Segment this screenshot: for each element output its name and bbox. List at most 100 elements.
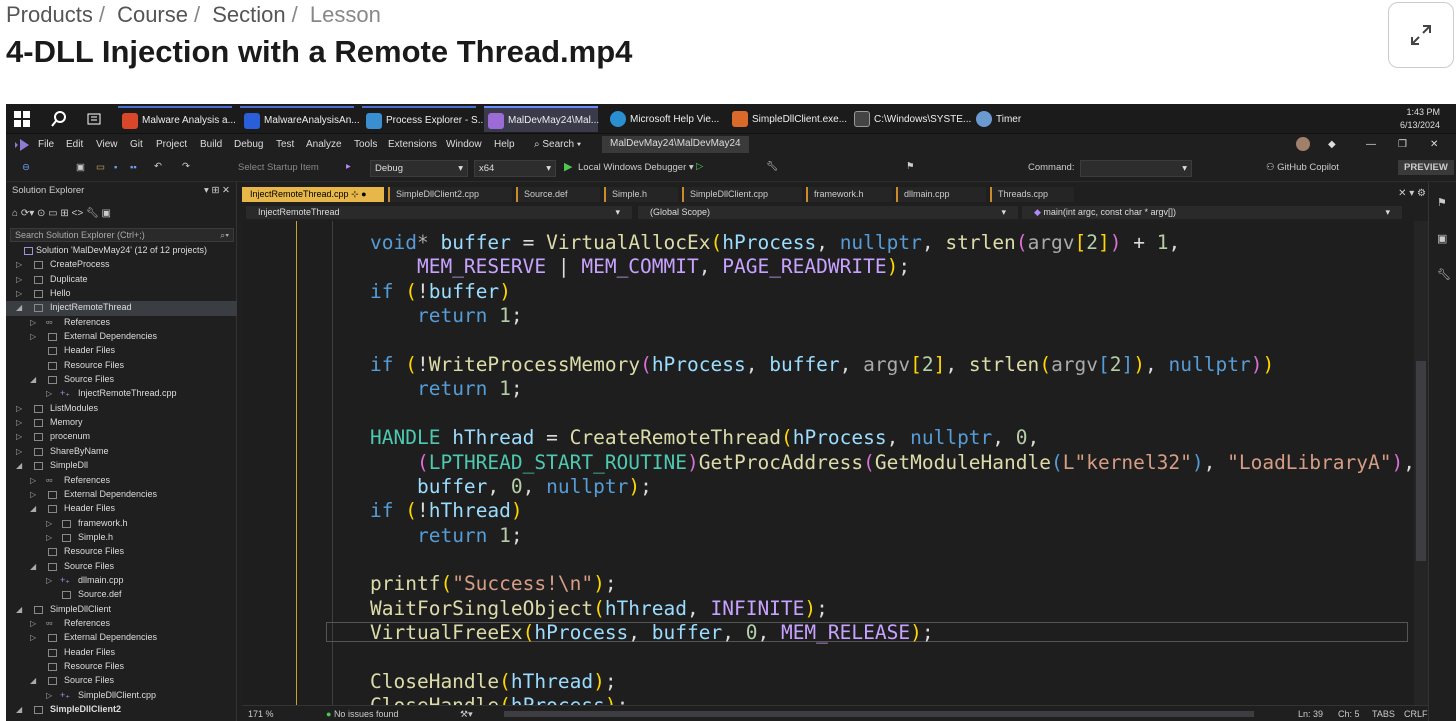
- member-dropdown[interactable]: ◆ main(int argc, const char * argv[]) ▾: [1022, 206, 1402, 219]
- taskbar-item[interactable]: C:\Windows\SYSTE...: [850, 106, 971, 132]
- horizontal-scrollbar[interactable]: [504, 711, 1254, 717]
- tree-item-folder[interactable]: ◢ Source Files: [6, 373, 237, 387]
- tree-item-project[interactable]: ▷ CreateProcess: [6, 258, 237, 272]
- pin-icon[interactable]: ⊹: [351, 189, 359, 199]
- menu-analyze[interactable]: Analyze: [306, 139, 342, 150]
- menu-view[interactable]: View: [96, 139, 118, 150]
- copilot-button[interactable]: ⚇ GitHub Copilot: [1266, 162, 1339, 173]
- tree-item-folder[interactable]: ◢ Source Files: [6, 674, 237, 688]
- menu-build[interactable]: Build: [200, 139, 222, 150]
- issues-indicator[interactable]: ● No issues found: [326, 709, 398, 719]
- system-clock[interactable]: 1:43 PM 6/13/2024: [1400, 106, 1440, 132]
- tree-item-folder[interactable]: ▷ ▫▫ References: [6, 316, 237, 330]
- taskbar-item[interactable]: Malware Analysis a...: [118, 106, 236, 132]
- open-icon[interactable]: ▭: [96, 162, 105, 173]
- project-dropdown[interactable]: InjectRemoteThread ▾: [246, 206, 632, 219]
- tab-simpledllclient2-cpp[interactable]: SimpleDllClient2.cpp: [388, 187, 512, 202]
- tree-item-project[interactable]: ▷ procenum: [6, 430, 237, 444]
- breadcrumb-course[interactable]: Course: [117, 2, 188, 27]
- tree-item-folder[interactable]: Resource Files: [6, 660, 237, 674]
- zoom-level[interactable]: 171 %: [248, 709, 274, 719]
- brush-icon[interactable]: ⚒▾: [460, 709, 473, 720]
- tree-item-folder[interactable]: ▷ ▫▫ References: [6, 474, 237, 488]
- menu-extensions[interactable]: Extensions: [388, 139, 437, 150]
- line-ending[interactable]: CRLF: [1404, 709, 1428, 719]
- video-frame[interactable]: Malware Analysis a... MalwareAnalysisAn.…: [6, 104, 1456, 721]
- tree-item-folder[interactable]: ◢ Source Files: [6, 560, 237, 574]
- minimize-icon[interactable]: —: [1366, 139, 1376, 150]
- bookmark-icon[interactable]: ⚑: [906, 161, 915, 172]
- menu-debug[interactable]: Debug: [234, 139, 263, 150]
- task-view-icon[interactable]: [86, 111, 102, 127]
- menu-window[interactable]: Window: [446, 139, 482, 150]
- menu-file[interactable]: File: [38, 139, 54, 150]
- undo-icon[interactable]: ↶: [154, 161, 162, 172]
- tab-threads-cpp[interactable]: Threads.cpp: [990, 187, 1074, 202]
- tree-item-project[interactable]: ◢ SimpleDll: [6, 459, 237, 473]
- properties-icon[interactable]: ▣: [1437, 232, 1447, 245]
- start-debugging-button[interactable]: Local Windows Debugger ▾: [578, 162, 694, 173]
- tab-simpledllclient-cpp[interactable]: SimpleDllClient.cpp: [682, 187, 802, 202]
- code-editor[interactable]: void* buffer = VirtualAllocEx(hProcess, …: [242, 221, 1428, 705]
- tree-item-folder[interactable]: Resource Files: [6, 359, 237, 373]
- taskbar-item[interactable]: MalwareAnalysisAn...: [240, 106, 360, 132]
- menu-git[interactable]: Git: [130, 139, 143, 150]
- tree-item-project[interactable]: ▷ Memory: [6, 416, 237, 430]
- tree-item-folder[interactable]: ▷ External Dependencies: [6, 488, 237, 502]
- tab-framework-h[interactable]: framework.h: [806, 187, 892, 202]
- tree-item-file[interactable]: ▷ +₊ SimpleDllClient.cpp: [6, 689, 237, 703]
- tree-item-file[interactable]: ▷ +₊ dllmain.cpp: [6, 574, 237, 588]
- platform-dropdown[interactable]: x64 ▾: [474, 160, 556, 177]
- tree-item-folder[interactable]: Resource Files: [6, 545, 237, 559]
- diamond-icon[interactable]: ◆: [1328, 139, 1336, 150]
- tree-item-solution[interactable]: Solution 'MalDevMay24' (12 of 12 project…: [6, 244, 237, 258]
- close-icon[interactable]: ●: [361, 189, 366, 199]
- vertical-scrollbar[interactable]: [1414, 221, 1428, 705]
- tab-dllmain-cpp[interactable]: dllmain.cpp: [896, 187, 986, 202]
- tab-simple-h[interactable]: Simple.h: [604, 187, 678, 202]
- taskbar-search-icon[interactable]: [50, 110, 68, 128]
- tree-item-project[interactable]: ▷ ListModules: [6, 402, 237, 416]
- solution-search-input[interactable]: Search Solution Explorer (Ctrl+;) ⌕▾: [10, 228, 234, 242]
- startup-item-dropdown[interactable]: Select Startup Item: [238, 162, 319, 173]
- tree-item-folder[interactable]: Header Files: [6, 646, 237, 660]
- close-icon[interactable]: ▾ ⊞ ✕: [204, 185, 230, 196]
- menu-project[interactable]: Project: [156, 139, 187, 150]
- expand-button[interactable]: [1388, 2, 1454, 68]
- menu-help[interactable]: Help: [494, 139, 515, 150]
- tree-item-project[interactable]: ◢ SimpleDllClient: [6, 603, 237, 617]
- restore-icon[interactable]: ❐: [1398, 139, 1407, 150]
- tree-item-file[interactable]: ▷ +₊ InjectRemoteThread.cpp: [6, 387, 237, 401]
- tree-item-folder[interactable]: Header Files: [6, 344, 237, 358]
- notifications-icon[interactable]: ⚑: [1437, 196, 1447, 209]
- menu-test[interactable]: Test: [276, 139, 294, 150]
- tree-item-project[interactable]: ◢ SimpleDllClient2: [6, 703, 237, 717]
- breadcrumb-section[interactable]: Section: [212, 2, 285, 27]
- save-icon[interactable]: ▪: [114, 162, 117, 173]
- tree-item-project[interactable]: ▷ Hello: [6, 287, 237, 301]
- taskbar-item[interactable]: SimpleDllClient.exe...: [728, 106, 847, 132]
- back-icon[interactable]: ⊖: [22, 162, 30, 173]
- new-project-icon[interactable]: ▣: [76, 162, 85, 173]
- close-icon[interactable]: ✕: [1430, 139, 1438, 150]
- solution-explorer-toolbar[interactable]: ⌂ ⟳▾ ⊙ ▭ ⊞ <> 🔧︎ ▣: [12, 208, 111, 219]
- start-without-debugging-icon[interactable]: ▷: [696, 161, 703, 172]
- taskbar-item-active[interactable]: MalDevMay24\Mal...: [484, 106, 599, 132]
- tab-overflow-icon[interactable]: ✕ ▾ ⚙: [1398, 188, 1426, 199]
- configuration-dropdown[interactable]: Debug ▾: [370, 160, 468, 177]
- indentation-mode[interactable]: TABS: [1372, 709, 1395, 719]
- solution-name-box[interactable]: MalDevMay24\MalDevMay24: [602, 136, 749, 153]
- tree-item-folder[interactable]: ▷ External Dependencies: [6, 330, 237, 344]
- tree-item-file[interactable]: Source.def: [6, 588, 237, 602]
- wrench-icon[interactable]: 🔧︎: [1437, 268, 1451, 281]
- tree-item-file[interactable]: ▷ Simple.h: [6, 531, 237, 545]
- menu-edit[interactable]: Edit: [66, 139, 83, 150]
- taskbar-item[interactable]: Process Explorer - S...: [362, 106, 486, 132]
- scrollbar-thumb[interactable]: [1416, 361, 1426, 561]
- wrench-icon[interactable]: 🔧︎: [766, 161, 778, 172]
- play-icon[interactable]: ▶: [564, 160, 572, 173]
- scope-dropdown[interactable]: (Global Scope) ▾: [638, 206, 1018, 219]
- debug-target-icon[interactable]: ▸: [346, 161, 351, 172]
- taskbar-item[interactable]: Microsoft Help Vie...: [606, 106, 720, 132]
- tab-injectremotethread-cpp[interactable]: InjectRemoteThread.cpp ⊹ ●: [242, 187, 384, 202]
